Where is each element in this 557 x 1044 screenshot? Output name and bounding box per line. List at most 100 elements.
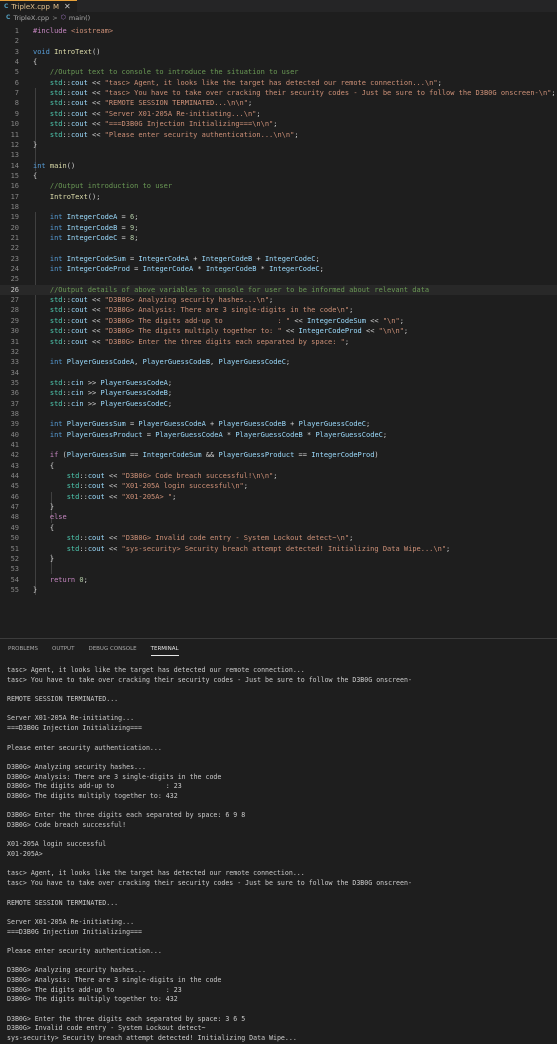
code-line[interactable]: 14 int main() — [0, 161, 557, 171]
code-line[interactable]: 4{ — [0, 57, 557, 67]
code-line[interactable]: 7 std::cout << "tasc> You have to take o… — [0, 88, 557, 98]
code-line[interactable]: 30 std::cout << "D3B0G> The digits multi… — [0, 326, 557, 336]
code-text[interactable]: std::cout << "sys-security> Security bre… — [33, 544, 451, 554]
code-line[interactable]: 20 int IntegerCodeB = 9; — [0, 223, 557, 233]
code-line[interactable]: 5 //Output text to console to introduce … — [0, 67, 557, 77]
code-line[interactable]: 10 std::cout << "===D3B0G Injection Init… — [0, 119, 557, 129]
code-line[interactable]: 6 std::cout << "tasc> Agent, it looks li… — [0, 78, 557, 88]
code-text[interactable]: std::cout << "X01-205A> "; — [33, 492, 177, 502]
code-text[interactable]: int PlayerGuessCodeA, PlayerGuessCodeB, … — [33, 357, 290, 367]
code-line[interactable]: 3 void IntroText() — [0, 47, 557, 57]
code-line[interactable]: 34 — [0, 368, 557, 378]
code-line[interactable]: 38 — [0, 409, 557, 419]
code-line[interactable]: 42 if (PlayerGuessSum == IntegerCodeSum … — [0, 450, 557, 460]
code-line[interactable]: 49 { — [0, 523, 557, 533]
code-line[interactable]: 25 — [0, 274, 557, 284]
code-line[interactable]: 18 — [0, 202, 557, 212]
breadcrumb-file[interactable]: TripleX.cpp — [13, 14, 49, 22]
code-line[interactable]: 2 — [0, 36, 557, 46]
tab-debug-console[interactable]: DEBUG CONSOLE — [88, 643, 136, 655]
code-line[interactable]: 32 — [0, 347, 557, 357]
code-text[interactable]: } — [33, 502, 54, 512]
code-line[interactable]: 37 std::cin >> PlayerGuessCodeC; — [0, 399, 557, 409]
close-icon[interactable]: ✕ — [64, 2, 71, 11]
code-text[interactable]: } — [33, 140, 37, 150]
code-line[interactable]: 16 //Output introduction to user — [0, 181, 557, 191]
code-text[interactable]: IntroText(); — [33, 192, 101, 202]
code-text[interactable]: std::cout << "D3B0G> Analysis: There are… — [33, 305, 353, 315]
terminal-output[interactable]: tasc> Agent, it looks like the target ha… — [7, 666, 555, 1044]
code-line[interactable]: 21 int IntegerCodeC = 8; — [0, 233, 557, 243]
code-text[interactable]: std::cout << "D3B0G> Enter the three dig… — [33, 337, 349, 347]
code-line[interactable]: 55} — [0, 585, 557, 595]
code-text[interactable]: std::cout << "D3B0G> Analyzing security … — [33, 295, 273, 305]
code-line[interactable]: 53 — [0, 564, 557, 574]
code-line[interactable]: 31 std::cout << "D3B0G> Enter the three … — [0, 337, 557, 347]
code-line[interactable]: 11 std::cout << "Please enter security a… — [0, 130, 557, 140]
code-line[interactable]: 36 std::cin >> PlayerGuessCodeB; — [0, 388, 557, 398]
code-text[interactable]: std::cout << "D3B0G> The digits multiply… — [33, 326, 408, 336]
tab-triplex-cpp[interactable]: C TripleX.cpp M ✕ — [0, 0, 77, 12]
code-text[interactable]: { — [33, 57, 37, 67]
breadcrumb-symbol[interactable]: main() — [69, 14, 90, 22]
code-text[interactable]: int main() — [33, 161, 75, 171]
code-text[interactable]: std::cout << "tasc> You have to take ove… — [33, 88, 556, 98]
code-line[interactable]: 1 #include <iostream> — [0, 26, 557, 36]
code-line[interactable]: 54 return 0; — [0, 575, 557, 585]
code-text[interactable]: #include <iostream> — [33, 26, 113, 36]
code-line[interactable]: 13 — [0, 150, 557, 160]
code-text[interactable]: } — [33, 585, 37, 595]
code-text[interactable]: int IntegerCodeA = 6; — [33, 212, 139, 222]
code-editor[interactable]: 1 #include <iostream> 2 3 void IntroText() 4{… — [0, 26, 557, 595]
code-line[interactable]: 41 — [0, 440, 557, 450]
code-line[interactable]: 24 int IntegerCodeProd = IntegerCodeA * … — [0, 264, 557, 274]
code-text[interactable]: //Output details of above variables to c… — [33, 285, 429, 295]
code-line[interactable]: 52 } — [0, 554, 557, 564]
code-line[interactable]: 50 std::cout << "D3B0G> Invalid code ent… — [0, 533, 557, 543]
code-text[interactable]: std::cin >> PlayerGuessCodeC; — [33, 399, 172, 409]
code-text[interactable]: } — [33, 554, 54, 564]
code-line[interactable]: 17 IntroText(); — [0, 192, 557, 202]
code-line[interactable]: 23 int IntegerCodeSum = IntegerCodeA + I… — [0, 254, 557, 264]
code-line[interactable]: 46 std::cout << "X01-205A> "; — [0, 492, 557, 502]
code-text[interactable]: int IntegerCodeB = 9; — [33, 223, 139, 233]
code-text[interactable]: std::cout << "D3B0G> The digits add-up t… — [33, 316, 404, 326]
code-line[interactable]: 40 int PlayerGuessProduct = PlayerGuessC… — [0, 430, 557, 440]
code-text[interactable]: int PlayerGuessProduct = PlayerGuessCode… — [33, 430, 387, 440]
code-line[interactable]: 47 } — [0, 502, 557, 512]
code-text[interactable]: if (PlayerGuessSum == IntegerCodeSum && … — [33, 450, 379, 460]
code-line[interactable]: 19 int IntegerCodeA = 6; — [0, 212, 557, 222]
code-line[interactable]: 28 std::cout << "D3B0G> Analysis: There … — [0, 305, 557, 315]
code-text[interactable]: void IntroText() — [33, 47, 100, 57]
code-line[interactable]: 39 int PlayerGuessSum = PlayerGuessCodeA… — [0, 419, 557, 429]
code-text[interactable]: { — [33, 171, 37, 181]
code-text[interactable]: int IntegerCodeC = 8; — [33, 233, 139, 243]
code-text[interactable]: return 0; — [33, 575, 88, 585]
code-line[interactable]: 26 //Output details of above variables t… — [0, 284, 557, 296]
code-text[interactable]: //Output introduction to user — [33, 181, 172, 191]
code-text[interactable]: std::cout << "X01-205A login successful\… — [33, 481, 248, 491]
code-text[interactable]: std::cout << "Server X01-205A Re-initiat… — [33, 109, 261, 119]
code-line[interactable]: 35 std::cin >> PlayerGuessCodeA; — [0, 378, 557, 388]
tab-problems[interactable]: PROBLEMS — [8, 643, 38, 655]
code-text[interactable]: std::cout << "Please enter security auth… — [33, 130, 299, 140]
code-text[interactable]: std::cout << "D3B0G> Code breach success… — [33, 471, 278, 481]
code-text[interactable]: int IntegerCodeSum = IntegerCodeA + Inte… — [33, 254, 320, 264]
code-text[interactable]: int IntegerCodeProd = IntegerCodeA * Int… — [33, 264, 324, 274]
code-text[interactable]: { — [33, 523, 54, 533]
code-line[interactable]: 44 std::cout << "D3B0G> Code breach succ… — [0, 471, 557, 481]
code-line[interactable]: 27 std::cout << "D3B0G> Analyzing securi… — [0, 295, 557, 305]
code-line[interactable]: 15 { — [0, 171, 557, 181]
code-line[interactable]: 29 std::cout << "D3B0G> The digits add-u… — [0, 316, 557, 326]
code-line[interactable]: 48 else — [0, 512, 557, 522]
code-line[interactable]: 45 std::cout << "X01-205A login successf… — [0, 481, 557, 491]
code-text[interactable]: std::cout << "REMOTE SESSION TERMINATED.… — [33, 98, 252, 108]
code-text[interactable]: int PlayerGuessSum = PlayerGuessCodeA + … — [33, 419, 370, 429]
code-line[interactable]: 12} — [0, 140, 557, 150]
code-text[interactable]: { — [33, 461, 54, 471]
code-line[interactable]: 8 std::cout << "REMOTE SESSION TERMINATE… — [0, 98, 557, 108]
code-text[interactable]: else — [33, 512, 67, 522]
code-line[interactable]: 22 — [0, 243, 557, 253]
tab-output[interactable]: OUTPUT — [52, 643, 74, 655]
code-line[interactable]: 51 std::cout << "sys-security> Security … — [0, 544, 557, 554]
